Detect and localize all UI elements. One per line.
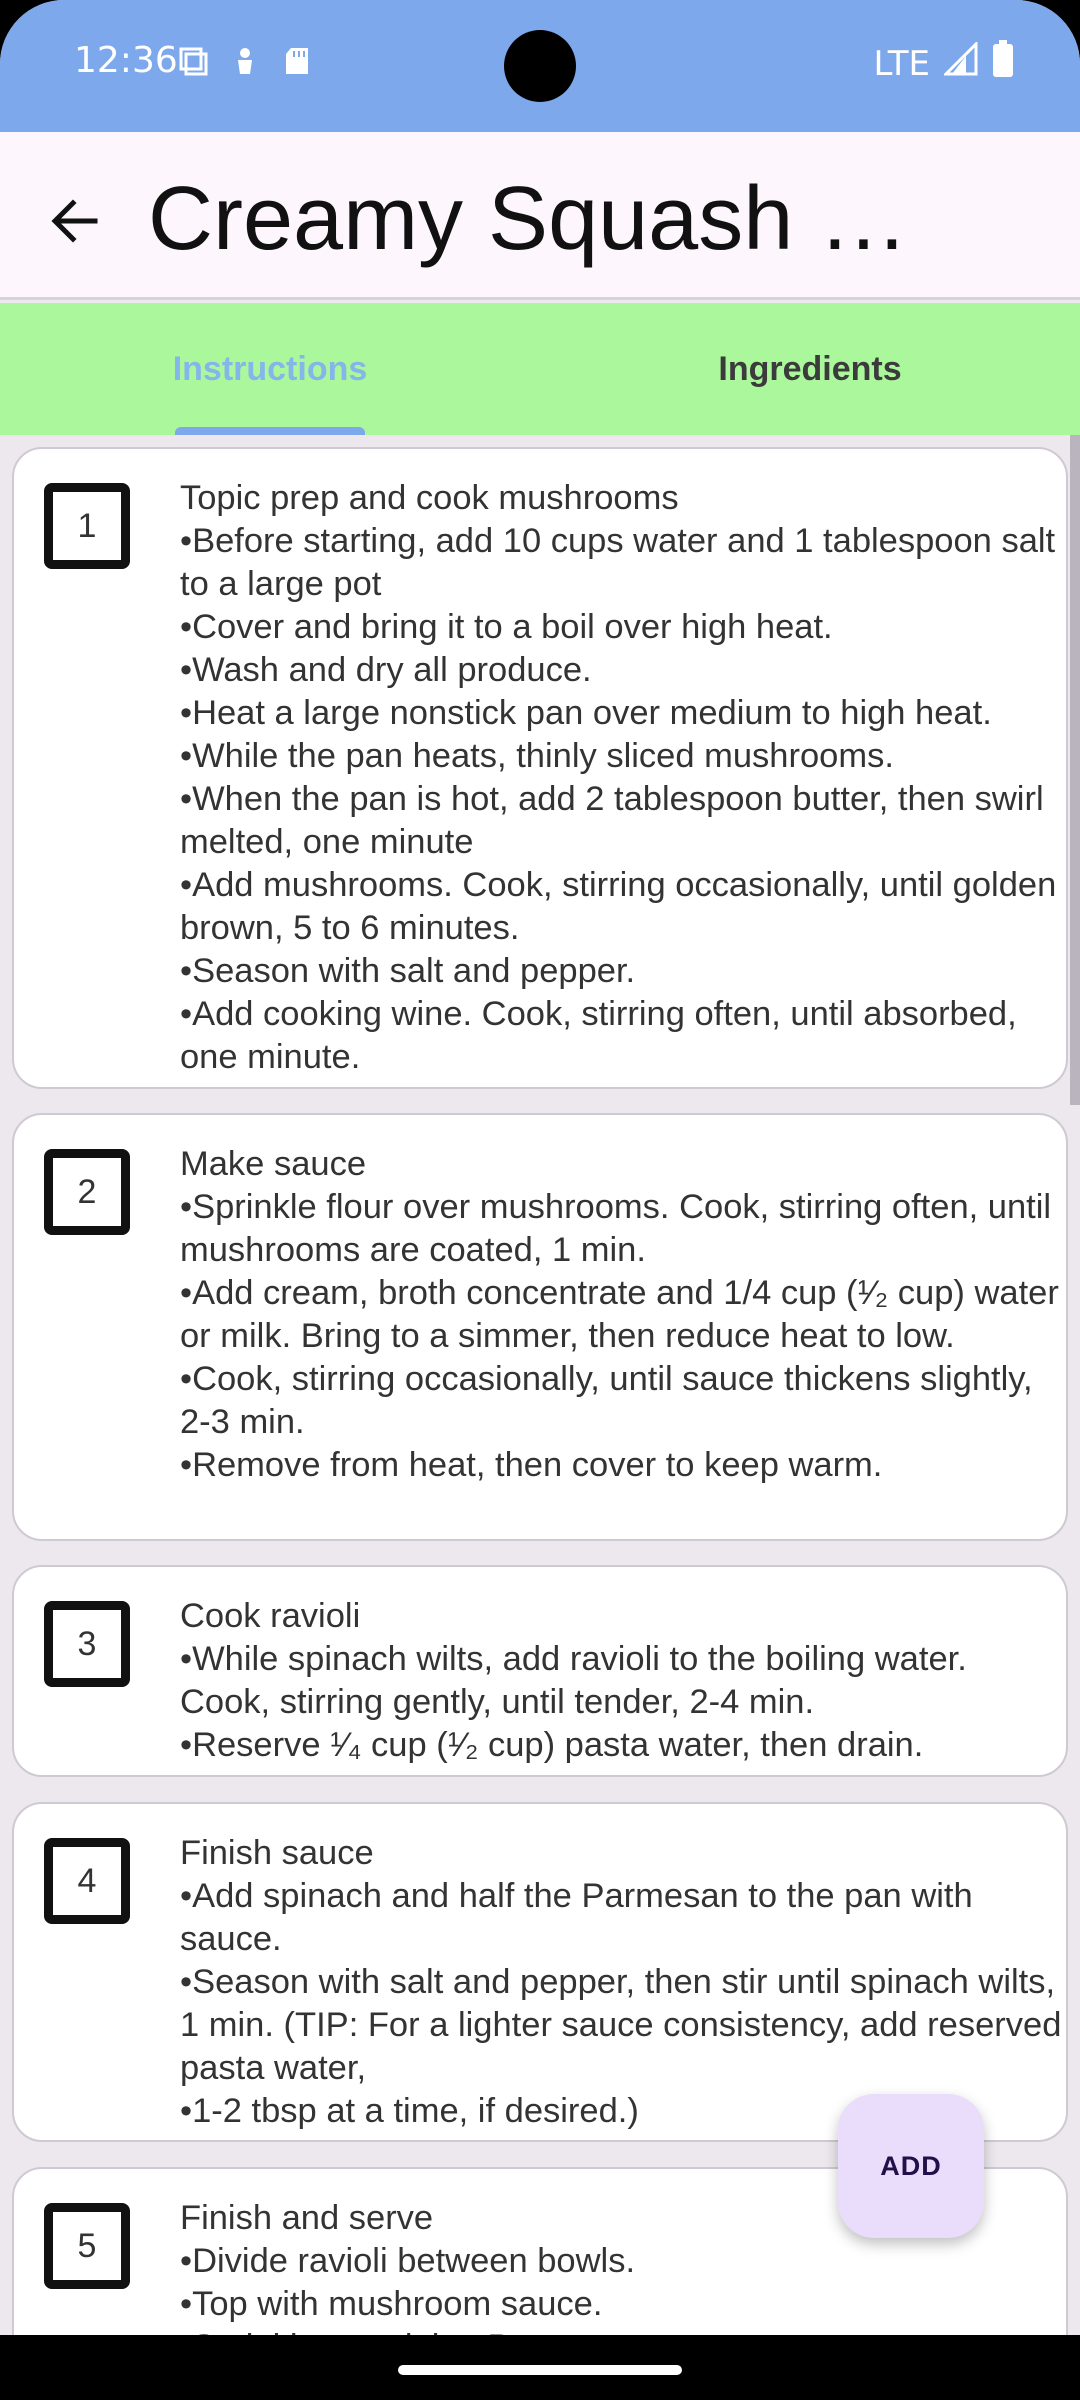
navigation-bar bbox=[0, 2335, 1080, 2400]
add-button[interactable]: ADD bbox=[838, 2094, 984, 2238]
battery-icon bbox=[992, 40, 1014, 87]
step-text: Cook ravioli •While spinach wilts, add r… bbox=[180, 1597, 967, 1764]
tab-instructions-label: Instructions bbox=[172, 349, 368, 388]
status-icons-left bbox=[178, 46, 312, 76]
step-card-3[interactable]: 3 Cook ravioli •While spinach wilts, add… bbox=[12, 1565, 1068, 1777]
screenshot-icon bbox=[178, 46, 208, 76]
step-number-box: 1 bbox=[44, 483, 130, 569]
step-card-4[interactable]: 4 Finish sauce •Add spinach and half the… bbox=[12, 1802, 1068, 2142]
step-text: Make sauce •Sprinkle flour over mushroom… bbox=[180, 1145, 1059, 1484]
back-button[interactable] bbox=[38, 184, 112, 258]
network-label: LTE bbox=[873, 43, 930, 84]
home-gesture-handle[interactable] bbox=[398, 2365, 682, 2375]
step-card-2[interactable]: 2 Make sauce •Sprinkle flour over mushro… bbox=[12, 1113, 1068, 1541]
camera-cutout bbox=[504, 30, 576, 102]
scrollbar[interactable] bbox=[1070, 435, 1080, 1105]
tab-bar: Instructions Ingredients bbox=[0, 303, 1080, 435]
step-text: Topic prep and cook mushrooms •Before st… bbox=[180, 479, 1057, 1076]
step-text: Finish sauce •Add spinach and half the P… bbox=[180, 1834, 1062, 2130]
person-icon bbox=[230, 46, 260, 76]
instructions-list[interactable]: 1 Topic prep and cook mushrooms •Before … bbox=[0, 435, 1080, 2335]
step-card-1[interactable]: 1 Topic prep and cook mushrooms •Before … bbox=[12, 447, 1068, 1089]
step-number-box: 5 bbox=[44, 2203, 130, 2289]
tab-indicator bbox=[175, 427, 365, 435]
tab-ingredients-label: Ingredients bbox=[718, 349, 902, 388]
app-bar: Creamy Squash R… bbox=[0, 132, 1080, 300]
tab-ingredients[interactable]: Ingredients bbox=[540, 303, 1080, 435]
arrow-back-icon bbox=[51, 199, 98, 243]
step-number-box: 4 bbox=[44, 1838, 130, 1924]
screen: 12:36 LTE Creamy Squash R… Instructions … bbox=[0, 0, 1080, 2400]
step-number-box: 3 bbox=[44, 1601, 130, 1687]
status-time: 12:36 bbox=[74, 40, 178, 81]
status-right: LTE bbox=[873, 40, 1014, 87]
signal-icon bbox=[942, 40, 978, 85]
tab-instructions[interactable]: Instructions bbox=[0, 303, 540, 435]
step-number-box: 2 bbox=[44, 1149, 130, 1235]
status-bar: 12:36 LTE bbox=[0, 0, 1080, 132]
page-title: Creamy Squash R… bbox=[148, 169, 928, 269]
sd-card-icon bbox=[282, 46, 312, 76]
